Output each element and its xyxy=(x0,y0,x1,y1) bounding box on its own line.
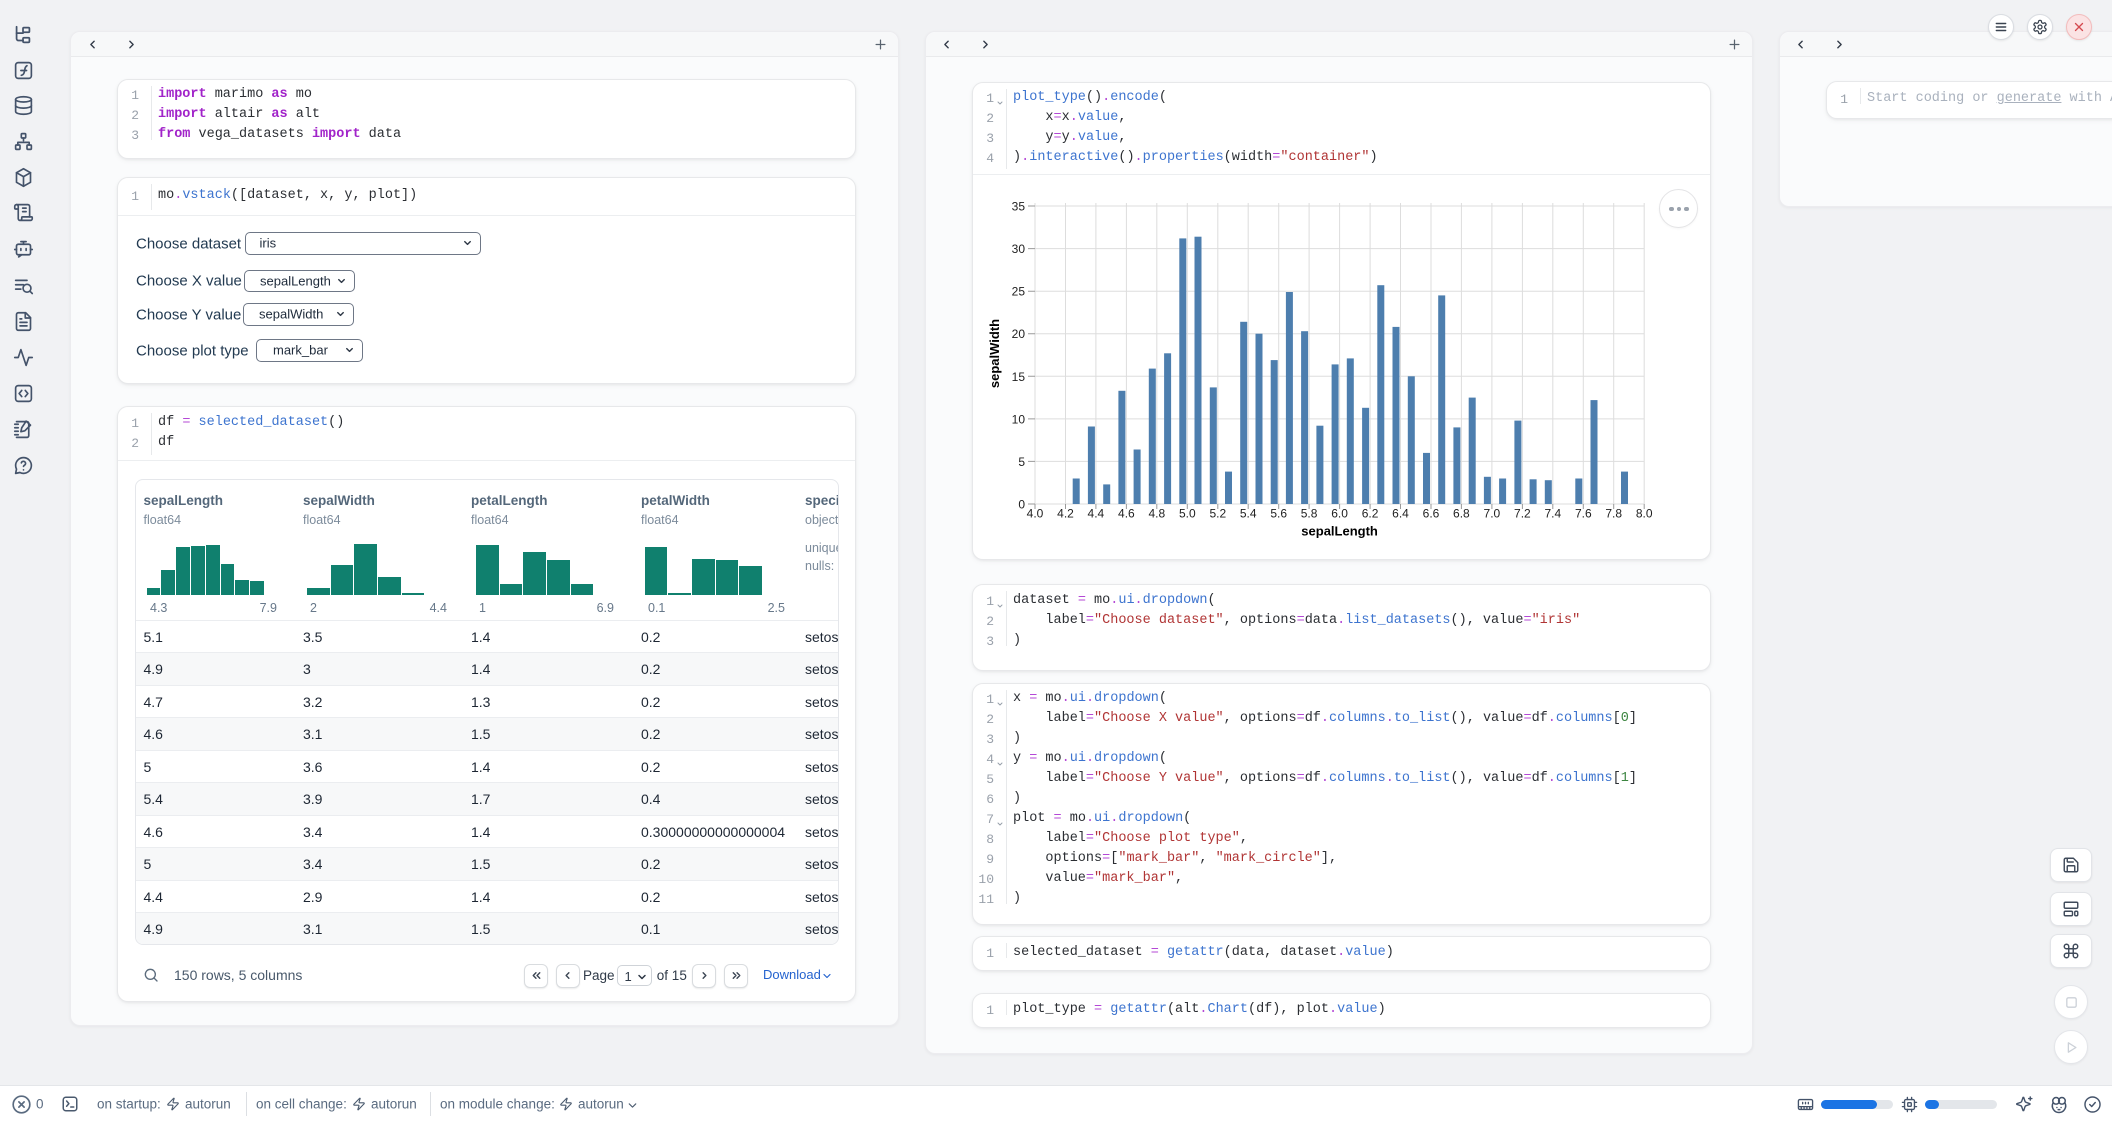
svg-text:35: 35 xyxy=(1012,200,1026,214)
svg-text:8.0: 8.0 xyxy=(1636,507,1653,521)
svg-text:5.8: 5.8 xyxy=(1301,507,1318,521)
svg-text:5.6: 5.6 xyxy=(1270,507,1287,521)
svg-text:4.4: 4.4 xyxy=(1088,507,1105,521)
svg-text:6.8: 6.8 xyxy=(1453,507,1470,521)
svg-text:0: 0 xyxy=(1018,498,1025,512)
svg-text:6.2: 6.2 xyxy=(1362,507,1379,521)
svg-text:5.4: 5.4 xyxy=(1240,507,1257,521)
svg-text:7.8: 7.8 xyxy=(1605,507,1622,521)
svg-text:5.0: 5.0 xyxy=(1179,507,1196,521)
svg-text:7.6: 7.6 xyxy=(1575,507,1592,521)
svg-text:10: 10 xyxy=(1012,412,1026,426)
svg-text:6.6: 6.6 xyxy=(1423,507,1440,521)
svg-text:4.6: 4.6 xyxy=(1118,507,1135,521)
svg-text:4.8: 4.8 xyxy=(1148,507,1165,521)
svg-text:5.2: 5.2 xyxy=(1209,507,1226,521)
svg-text:4.0: 4.0 xyxy=(1027,507,1044,521)
svg-text:6.0: 6.0 xyxy=(1331,507,1348,521)
svg-text:7.2: 7.2 xyxy=(1514,507,1531,521)
svg-text:7.4: 7.4 xyxy=(1544,507,1561,521)
svg-text:15: 15 xyxy=(1012,370,1026,384)
svg-text:25: 25 xyxy=(1012,285,1026,299)
svg-text:4.2: 4.2 xyxy=(1057,507,1074,521)
svg-text:6.4: 6.4 xyxy=(1392,507,1409,521)
svg-text:sepalWidth: sepalWidth xyxy=(987,319,1002,388)
svg-text:20: 20 xyxy=(1012,327,1026,341)
svg-text:30: 30 xyxy=(1012,242,1026,256)
svg-text:sepalLength: sepalLength xyxy=(1301,524,1378,539)
svg-text:5: 5 xyxy=(1018,455,1025,469)
svg-text:7.0: 7.0 xyxy=(1484,507,1501,521)
